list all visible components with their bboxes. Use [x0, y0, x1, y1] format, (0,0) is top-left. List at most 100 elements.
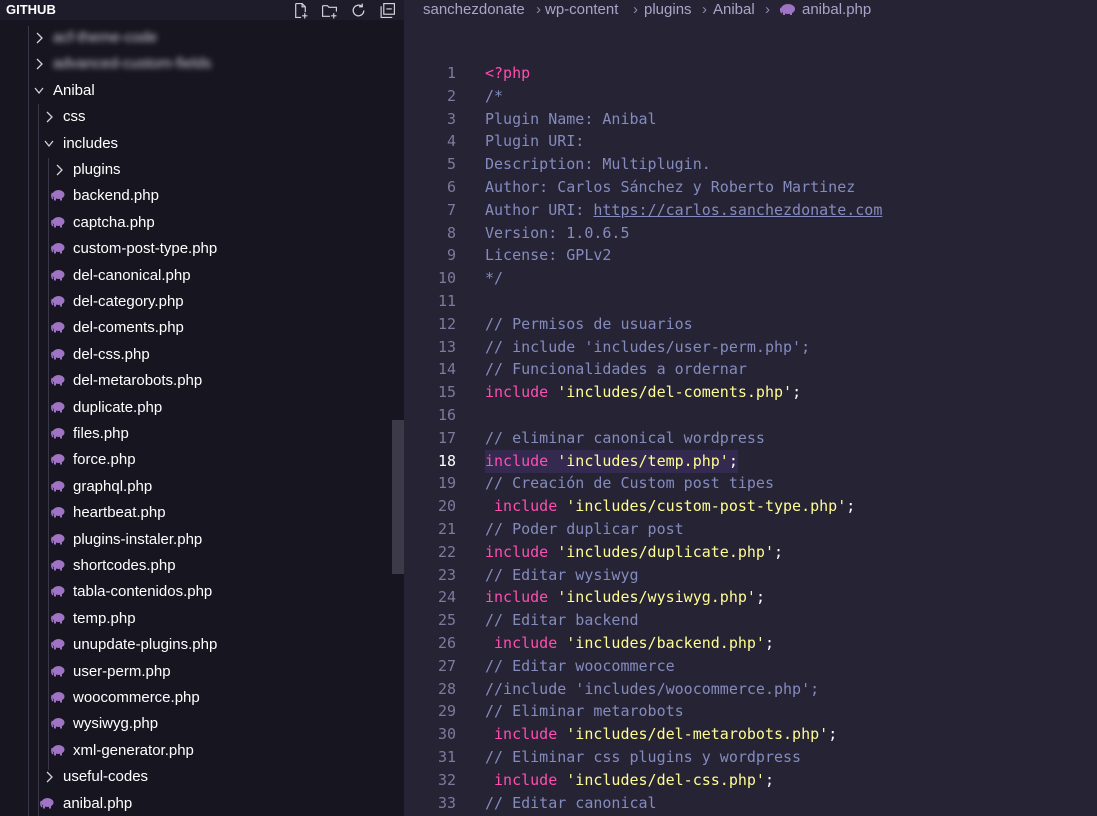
line-number: 4	[404, 130, 456, 153]
code-line[interactable]: // Editar canonical	[485, 792, 657, 815]
code-line[interactable]: // Editar backend	[485, 609, 639, 632]
code-line[interactable]: // Editar woocommerce	[485, 655, 675, 678]
chevron-right-icon[interactable]	[54, 163, 64, 177]
code-line[interactable]: Author URI: https://carlos.sanchezdonate…	[485, 199, 882, 222]
code-line[interactable]: include 'includes/wysiwyg.php';	[485, 586, 765, 609]
breadcrumb-item[interactable]: sanchezdonate	[423, 1, 525, 18]
code-token: 'includes/del-coments.php'	[557, 383, 792, 401]
tree-file[interactable]: del-coments.php	[0, 315, 404, 341]
line-number: 5	[404, 153, 456, 176]
code-line[interactable]: /*	[485, 85, 503, 108]
collapse-all-icon[interactable]	[376, 0, 398, 20]
tree-file[interactable]: anibal.php	[0, 791, 404, 816]
code-line[interactable]: // include 'includes/user-perm.php';	[485, 336, 810, 359]
code-line[interactable]: <?php	[485, 62, 530, 85]
code-line[interactable]: include 'includes/del-metarobots.php';	[485, 723, 837, 746]
tree-file[interactable]: unupdate-plugins.php	[0, 632, 404, 658]
chevron-right-icon[interactable]	[34, 31, 44, 45]
line-number: 18	[404, 450, 456, 473]
tree-file[interactable]: wysiwyg.php	[0, 711, 404, 737]
code-line[interactable]: */	[485, 267, 503, 290]
tree-file[interactable]: graphql.php	[0, 474, 404, 500]
tree-item-label: temp.php	[73, 610, 136, 627]
code-editor[interactable]: 1<?php2/*3Plugin Name: Anibal4Plugin URI…	[404, 22, 1097, 816]
code-line[interactable]: // Funcionalidades a ordernar	[485, 358, 747, 381]
code-line[interactable]: include 'includes/duplicate.php';	[485, 541, 783, 564]
refresh-icon[interactable]	[347, 0, 369, 20]
code-line[interactable]: include 'includes/del-css.php';	[485, 769, 774, 792]
code-line[interactable]: // Eliminar metarobots	[485, 700, 684, 723]
tree-item-label: unupdate-plugins.php	[73, 636, 217, 653]
tree-item-label: css	[63, 108, 86, 125]
tree-file[interactable]: backend.php	[0, 183, 404, 209]
chevron-down-icon[interactable]	[44, 137, 54, 151]
chevron-right-icon[interactable]	[44, 770, 54, 784]
tree-file[interactable]: woocommerce.php	[0, 685, 404, 711]
tree-file[interactable]: del-metarobots.php	[0, 368, 404, 394]
php-file-icon	[51, 321, 65, 333]
chevron-right-icon[interactable]	[44, 110, 54, 124]
code-token: Plugin Name: Anibal	[485, 110, 657, 128]
sidebar-scrollbar[interactable]	[392, 420, 404, 574]
new-file-icon[interactable]	[289, 0, 311, 20]
tree-file[interactable]: shortcodes.php	[0, 553, 404, 579]
tree-folder[interactable]: css	[0, 104, 404, 130]
line-number: 19	[404, 472, 456, 495]
tree-folder[interactable]: advanced-custom-fields	[0, 51, 404, 77]
chevron-right-icon[interactable]	[34, 57, 44, 71]
code-line[interactable]: include 'includes/backend.php';	[485, 632, 774, 655]
code-link[interactable]: https://carlos.sanchezdonate.com	[593, 201, 882, 219]
tree-folder[interactable]: acf-theme-code	[0, 25, 404, 51]
code-line[interactable]: Plugin URI:	[485, 130, 584, 153]
breadcrumb-file[interactable]: anibal.php	[802, 1, 871, 18]
code-line[interactable]: //include 'includes/woocommerce.php';	[485, 678, 819, 701]
code-line[interactable]: // Eliminar css plugins y wordpress	[485, 746, 801, 769]
tree-file[interactable]: duplicate.php	[0, 395, 404, 421]
tree-folder[interactable]: includes	[0, 131, 404, 157]
tree-file[interactable]: plugins-instaler.php	[0, 527, 404, 553]
tree-item-label: backend.php	[73, 187, 159, 204]
tree-folder[interactable]: useful-codes	[0, 764, 404, 790]
explorer-title: GITHUB	[6, 2, 56, 17]
code-token: // Editar wysiwyg	[485, 566, 639, 584]
tree-folder[interactable]: Anibal	[0, 78, 404, 104]
tree-file[interactable]: del-category.php	[0, 289, 404, 315]
tree-file[interactable]: del-canonical.php	[0, 263, 404, 289]
code-token: include	[494, 725, 557, 743]
code-line[interactable]: // Permisos de usuarios	[485, 313, 693, 336]
code-line[interactable]: Plugin Name: Anibal	[485, 108, 657, 131]
tree-item-label: del-category.php	[73, 293, 184, 310]
tree-file[interactable]: captcha.php	[0, 210, 404, 236]
breadcrumb-item[interactable]: plugins	[644, 1, 692, 18]
code-line[interactable]: Author: Carlos Sánchez y Roberto Martine…	[485, 176, 855, 199]
code-line[interactable]: License: GPLv2	[485, 244, 611, 267]
breadcrumb-item[interactable]: Anibal	[713, 1, 755, 18]
tree-folder[interactable]: plugins	[0, 157, 404, 183]
tree-file[interactable]: heartbeat.php	[0, 500, 404, 526]
line-number: 16	[404, 404, 456, 427]
code-line[interactable]: include 'includes/temp.php';	[485, 450, 738, 473]
code-line[interactable]: // Editar wysiwyg	[485, 564, 639, 587]
tree-file[interactable]: custom-post-type.php	[0, 236, 404, 262]
code-line[interactable]: // eliminar canonical wordpress	[485, 427, 765, 450]
code-line[interactable]: include 'includes/custom-post-type.php';	[485, 495, 855, 518]
tree-file[interactable]: force.php	[0, 447, 404, 473]
code-line[interactable]: // Poder duplicar post	[485, 518, 684, 541]
code-token	[548, 543, 557, 561]
code-line[interactable]: include 'includes/del-coments.php';	[485, 381, 801, 404]
code-token: include	[494, 634, 557, 652]
chevron-right-icon: ›	[536, 1, 541, 18]
new-folder-icon[interactable]	[318, 0, 340, 20]
code-line[interactable]: Version: 1.0.6.5	[485, 222, 630, 245]
tree-file[interactable]: files.php	[0, 421, 404, 447]
breadcrumb-item[interactable]: wp-content	[545, 1, 618, 18]
tree-file[interactable]: tabla-contenidos.php	[0, 579, 404, 605]
tree-file[interactable]: xml-generator.php	[0, 738, 404, 764]
code-line[interactable]: // Creación de Custom post tipes	[485, 472, 774, 495]
chevron-down-icon[interactable]	[34, 84, 44, 98]
tree-file[interactable]: user-perm.php	[0, 659, 404, 685]
code-line[interactable]: Description: Multiplugin.	[485, 153, 711, 176]
php-file-icon	[51, 374, 65, 386]
tree-file[interactable]: temp.php	[0, 606, 404, 632]
tree-file[interactable]: del-css.php	[0, 342, 404, 368]
